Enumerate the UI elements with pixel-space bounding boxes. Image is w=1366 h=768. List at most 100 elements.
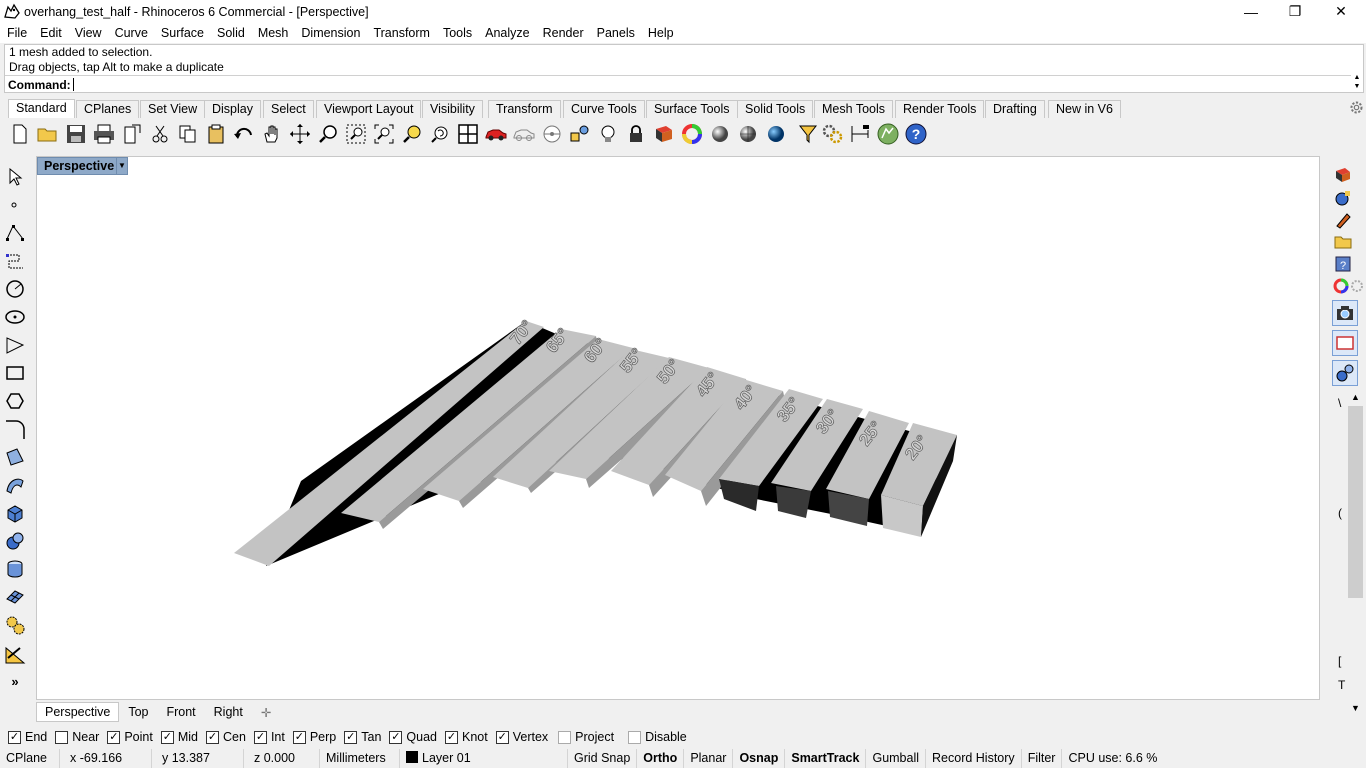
perspective-viewport[interactable]: Perspective ▼ 70° 65° 60° 55° 50° 45° 40… bbox=[36, 156, 1320, 700]
arc-icon[interactable] bbox=[4, 334, 26, 356]
transform-gears-icon[interactable] bbox=[4, 614, 26, 636]
materials-panel-icon[interactable] bbox=[1332, 275, 1366, 297]
solid-tools-icon[interactable] bbox=[4, 530, 26, 552]
status-smarttrack[interactable]: SmartTrack bbox=[785, 749, 867, 768]
rectangle-icon[interactable] bbox=[4, 362, 26, 384]
box-solid-icon[interactable] bbox=[4, 502, 26, 524]
tab-drafting[interactable]: Drafting bbox=[985, 100, 1045, 118]
menu-solid[interactable]: Solid bbox=[210, 26, 251, 40]
open-folder-icon[interactable] bbox=[37, 123, 59, 145]
command-scroll-arrows[interactable]: ▲ ▼ bbox=[1351, 73, 1363, 93]
status-osnap[interactable]: Osnap bbox=[733, 749, 786, 768]
named-views-panel-icon[interactable] bbox=[1332, 300, 1358, 326]
wireframe-car-icon[interactable] bbox=[513, 123, 535, 145]
render-icon[interactable] bbox=[765, 123, 787, 145]
tab-set-view[interactable]: Set View bbox=[140, 100, 206, 118]
tab-standard[interactable]: Standard bbox=[8, 99, 75, 118]
osnap-int[interactable]: ✓ Int bbox=[253, 730, 285, 744]
status-ortho[interactable]: Ortho bbox=[637, 749, 685, 768]
checkbox[interactable]: ✓ bbox=[206, 730, 219, 744]
menu-panels[interactable]: Panels bbox=[590, 26, 641, 40]
four-viewports-icon[interactable] bbox=[457, 123, 479, 145]
shaded-car-icon[interactable] bbox=[485, 123, 507, 145]
circle-icon[interactable] bbox=[4, 278, 26, 300]
scroll-down-arrow[interactable]: ▼ bbox=[1351, 703, 1360, 713]
menu-help[interactable]: Help bbox=[641, 26, 680, 40]
viewtab-perspective[interactable]: Perspective bbox=[36, 702, 120, 722]
paste-icon[interactable] bbox=[205, 123, 227, 145]
menu-view[interactable]: View bbox=[68, 26, 108, 40]
minimize-button[interactable]: — bbox=[1228, 0, 1274, 23]
tab-solid-tools[interactable]: Solid Tools bbox=[737, 100, 814, 118]
layouts-panel-icon[interactable] bbox=[1332, 330, 1358, 356]
close-button[interactable]: ✕ bbox=[1318, 0, 1364, 23]
tab-mesh-tools[interactable]: Mesh Tools bbox=[814, 100, 893, 118]
tab-surface-tools[interactable]: Surface Tools bbox=[646, 100, 738, 118]
tab-curve-tools[interactable]: Curve Tools bbox=[563, 100, 645, 118]
lock-icon[interactable] bbox=[625, 123, 647, 145]
render-panel-icon[interactable] bbox=[1332, 360, 1358, 386]
menu-curve[interactable]: Curve bbox=[108, 26, 154, 40]
status-units[interactable]: Millimeters bbox=[320, 749, 400, 768]
osnap-cen[interactable]: ✓ Cen bbox=[206, 730, 246, 744]
checkbox[interactable] bbox=[558, 730, 572, 744]
menu-analyze[interactable]: Analyze bbox=[478, 26, 535, 40]
osnap-near[interactable]: Near bbox=[55, 730, 99, 744]
checkbox[interactable]: ✓ bbox=[107, 730, 121, 744]
expand-more-icon[interactable]: » bbox=[4, 670, 26, 692]
export-icon[interactable] bbox=[121, 123, 143, 145]
menu-surface[interactable]: Surface bbox=[154, 26, 210, 40]
material-sphere-icon[interactable] bbox=[709, 123, 731, 145]
status-planar[interactable]: Planar bbox=[684, 749, 734, 768]
zoom-extents-icon[interactable] bbox=[373, 123, 395, 145]
layers-panel-icon[interactable] bbox=[1332, 164, 1354, 186]
osnap-point[interactable]: ✓ Point bbox=[107, 730, 153, 744]
status-record-history[interactable]: Record History bbox=[926, 749, 1022, 768]
status-gumball[interactable]: Gumball bbox=[866, 749, 927, 768]
fillet-curve-icon[interactable] bbox=[4, 418, 26, 440]
checkbox[interactable]: ✓ bbox=[160, 730, 174, 744]
tab-visibility[interactable]: Visibility bbox=[422, 100, 483, 118]
help-panel-icon[interactable]: ? bbox=[1332, 253, 1354, 275]
checkbox[interactable]: ✓ bbox=[292, 730, 306, 744]
tab-new-in-v6[interactable]: New in V6 bbox=[1048, 100, 1121, 118]
undo-icon[interactable] bbox=[233, 123, 255, 145]
layer-book-icon[interactable] bbox=[653, 123, 675, 145]
select-arrow-icon[interactable] bbox=[4, 166, 26, 188]
osnap-quad[interactable]: ✓ Quad bbox=[389, 730, 437, 744]
options-gears-icon[interactable] bbox=[821, 123, 843, 145]
polygon-icon[interactable] bbox=[4, 390, 26, 412]
copy-icon[interactable] bbox=[177, 123, 199, 145]
rotate-view-icon[interactable] bbox=[289, 123, 311, 145]
curve-icon[interactable] bbox=[4, 250, 26, 272]
checkbox[interactable]: ✓ bbox=[445, 730, 458, 744]
checkbox[interactable]: ✓ bbox=[495, 730, 509, 744]
zoom-selected-icon[interactable] bbox=[401, 123, 423, 145]
ellipse-icon[interactable] bbox=[4, 306, 26, 328]
maximize-button[interactable]: ❐ bbox=[1272, 0, 1318, 23]
filter-icon[interactable] bbox=[797, 123, 819, 145]
render-preview-icon[interactable] bbox=[737, 123, 759, 145]
checkbox[interactable] bbox=[628, 730, 642, 744]
panel-scrollbar[interactable]: ▲ ▼ bbox=[1347, 392, 1364, 717]
osnap-project[interactable]: Project bbox=[558, 730, 614, 744]
menu-tools[interactable]: Tools bbox=[436, 26, 478, 40]
osnap-knot[interactable]: ✓ Knot bbox=[445, 730, 488, 744]
light-bulb-icon[interactable] bbox=[597, 123, 619, 145]
zoom-icon[interactable] bbox=[317, 123, 339, 145]
files-panel-icon[interactable] bbox=[1332, 231, 1354, 253]
menu-render[interactable]: Render bbox=[536, 26, 590, 40]
dimension-icon[interactable] bbox=[849, 123, 871, 145]
checkbox[interactable]: ✓ bbox=[389, 730, 403, 744]
tab-display[interactable]: Display bbox=[204, 100, 261, 118]
command-prompt[interactable]: Command: bbox=[5, 75, 1351, 93]
color-wheel-icon[interactable] bbox=[681, 123, 703, 145]
object-snap-icon[interactable] bbox=[569, 123, 591, 145]
save-icon[interactable] bbox=[65, 123, 87, 145]
checkbox[interactable]: ✓ bbox=[8, 730, 21, 744]
dimension-tools-icon[interactable] bbox=[4, 644, 26, 666]
viewtab-top[interactable]: Top bbox=[119, 702, 157, 722]
osnap-perp[interactable]: ✓ Perp bbox=[292, 730, 336, 744]
tab-select[interactable]: Select bbox=[263, 100, 314, 118]
tab-render-tools[interactable]: Render Tools bbox=[895, 100, 985, 118]
